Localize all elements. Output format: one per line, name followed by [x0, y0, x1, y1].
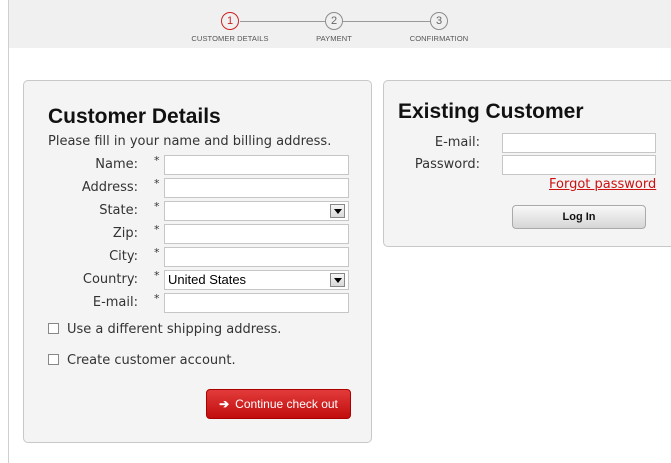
step-connector [343, 21, 430, 22]
name-label: Name: [95, 157, 138, 172]
zip-label: Zip: [112, 226, 138, 241]
required-mark: * [154, 223, 160, 236]
required-mark: * [154, 200, 160, 213]
log-in-button[interactable]: Log In [512, 205, 646, 229]
login-password-input[interactable] [502, 155, 656, 175]
create-account-checkbox[interactable] [48, 354, 59, 365]
shipping-address-option[interactable]: Use a different shipping address. [48, 321, 281, 339]
shipping-address-checkbox[interactable] [48, 323, 59, 334]
required-mark: * [154, 246, 160, 259]
name-row: Name: * [24, 155, 373, 175]
email-row: E-mail: * [24, 293, 373, 313]
email-input[interactable] [164, 293, 349, 313]
city-label: City: [109, 249, 138, 264]
step-3-circle: 3 [430, 12, 448, 30]
required-mark: * [154, 269, 160, 282]
create-account-label: Create customer account. [67, 353, 236, 368]
email-label: E-mail: [92, 295, 138, 310]
continue-checkout-label: Continue check out [235, 397, 338, 411]
checkout-progress: 1 CUSTOMER DETAILS 2 PAYMENT 3 CONFIRMAT… [0, 0, 671, 48]
page-left-border [8, 0, 9, 463]
state-row: State: * [24, 201, 373, 221]
state-label: State: [99, 203, 138, 218]
name-input[interactable] [164, 155, 349, 175]
zip-row: Zip: * [24, 224, 373, 244]
city-input[interactable] [164, 247, 349, 267]
existing-customer-title: Existing Customer [398, 100, 584, 123]
state-select[interactable] [164, 201, 349, 221]
customer-details-intro: Please fill in your name and billing add… [48, 134, 332, 149]
country-select[interactable]: United States [164, 270, 349, 290]
required-mark: * [154, 292, 160, 305]
zip-input[interactable] [164, 224, 349, 244]
customer-details-title: Customer Details [48, 105, 221, 128]
login-password-label: Password: [414, 157, 480, 172]
shipping-address-label: Use a different shipping address. [67, 322, 282, 337]
required-mark: * [154, 177, 160, 190]
chevron-down-icon[interactable] [330, 273, 345, 287]
arrow-right-icon: ➔ [219, 397, 230, 411]
continue-checkout-button[interactable]: ➔ Continue check out [206, 389, 351, 419]
address-row: Address: * [24, 178, 373, 198]
required-mark: * [154, 154, 160, 167]
city-row: City: * [24, 247, 373, 267]
country-label: Country: [82, 272, 138, 287]
country-select-value: United States [168, 272, 247, 287]
address-label: Address: [81, 180, 138, 195]
forgot-password-link[interactable]: Forgot password [549, 177, 656, 192]
step-1-label: CUSTOMER DETAILS [191, 34, 269, 43]
customer-details-panel: Customer Details Please fill in your nam… [23, 80, 372, 443]
chevron-down-icon[interactable] [330, 204, 345, 218]
address-input[interactable] [164, 178, 349, 198]
create-account-option[interactable]: Create customer account. [48, 352, 236, 370]
login-password-row: Password: [384, 155, 671, 175]
login-email-row: E-mail: [384, 133, 671, 153]
step-3-label: CONFIRMATION [409, 34, 469, 43]
existing-customer-panel: Existing Customer E-mail: Password: Forg… [383, 80, 671, 247]
step-connector [240, 21, 325, 22]
step-2-circle: 2 [325, 12, 343, 30]
step-2-label: PAYMENT [316, 34, 352, 43]
step-1-circle: 1 [221, 12, 239, 30]
login-email-label: E-mail: [434, 135, 480, 150]
login-email-input[interactable] [502, 133, 656, 153]
country-row: Country: * United States [24, 270, 373, 290]
